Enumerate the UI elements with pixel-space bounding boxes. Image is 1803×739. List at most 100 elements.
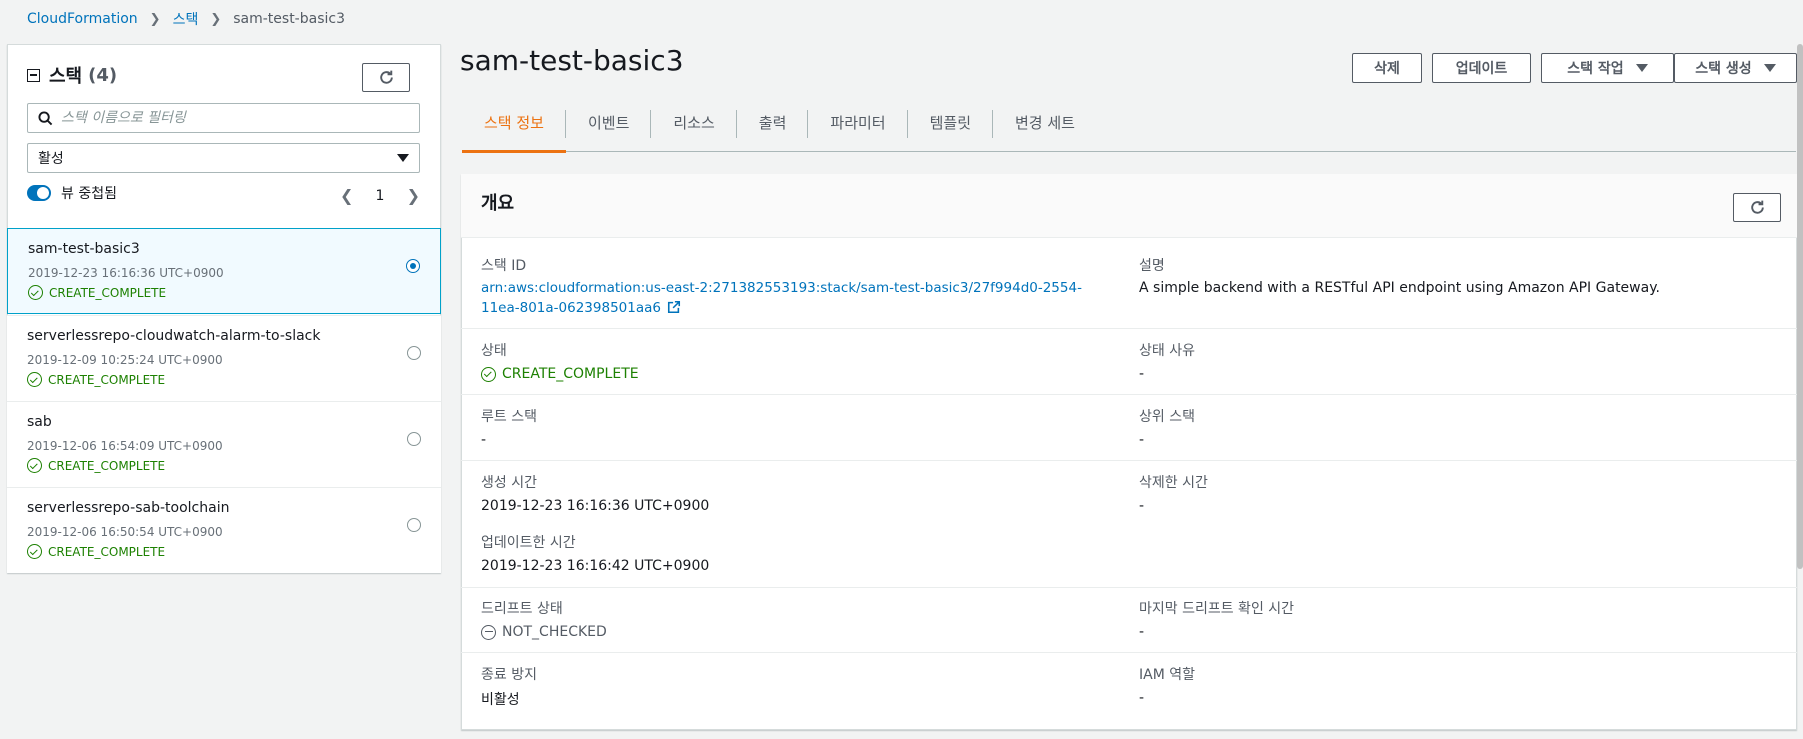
stack-created-date: 2019-12-06 16:54:09 UTC+0900	[27, 439, 223, 453]
check-circle-icon	[481, 366, 496, 382]
breadcrumb-current: sam-test-basic3	[233, 11, 345, 27]
create-stack-button[interactable]: 스택 생성	[1674, 53, 1797, 83]
stack-list-item[interactable]: sab 2019-12-06 16:54:09 UTC+0900 CREATE_…	[7, 401, 441, 487]
nested-view-toggle-row: 뷰 중첩됨	[27, 183, 117, 203]
parent-stack-value: -	[1139, 432, 1145, 448]
stack-name: sam-test-basic3	[28, 241, 140, 257]
minus-circle-icon	[481, 624, 496, 640]
tab-parameters[interactable]: 파라미터	[808, 104, 908, 152]
status-reason-label: 상태 사유	[1139, 343, 1195, 359]
termination-protection-label: 종료 방지	[481, 667, 537, 683]
stack-created-date: 2019-12-06 16:50:54 UTC+0900	[27, 525, 223, 539]
next-page-icon[interactable]: ❯	[407, 186, 420, 205]
tab-outputs[interactable]: 출력	[737, 104, 809, 152]
divider	[461, 587, 1797, 588]
stack-status-select-value: 활성	[38, 151, 64, 167]
nested-view-label: 뷰 중첩됨	[61, 186, 117, 202]
tab-events[interactable]: 이벤트	[566, 104, 652, 152]
stack-list-header: 스택 (4)	[27, 62, 117, 88]
breadcrumb-stacks[interactable]: 스택	[173, 9, 199, 29]
overview-header	[461, 174, 1797, 238]
stack-id-link[interactable]: arn:aws:cloudformation:us-east-2:2713825…	[481, 278, 1111, 318]
status-label: 상태	[481, 343, 507, 359]
created-time-value: 2019-12-23 16:16:36 UTC+0900	[481, 498, 710, 514]
root-stack-value: -	[481, 432, 487, 448]
stack-select-radio[interactable]	[407, 432, 421, 446]
status-reason-value: -	[1139, 366, 1145, 382]
pagination: ❮ 1 ❯	[340, 186, 420, 205]
previous-page-icon[interactable]: ❮	[340, 186, 353, 205]
drift-status-label: 드리프트 상태	[481, 601, 563, 617]
parent-stack-label: 상위 스택	[1139, 409, 1195, 425]
page-scrollbar[interactable]	[1797, 44, 1803, 569]
description-value: A simple backend with a RESTful API endp…	[1139, 280, 1660, 296]
stack-created-date: 2019-12-09 10:25:24 UTC+0900	[27, 353, 223, 367]
divider	[461, 328, 1797, 329]
stack-status-text: CREATE_COMPLETE	[48, 458, 166, 473]
divider	[461, 394, 1797, 395]
stack-id-value[interactable]: arn:aws:cloudformation:us-east-2:2713825…	[481, 280, 1082, 316]
current-page-number[interactable]: 1	[376, 188, 385, 204]
stack-status-select[interactable]: 활성	[27, 143, 420, 173]
created-time-label: 생성 시간	[481, 475, 537, 491]
overview-title: 개요	[481, 193, 515, 214]
stack-name: serverlessrepo-cloudwatch-alarm-to-slack	[27, 328, 321, 344]
overview-refresh-button[interactable]	[1733, 193, 1781, 222]
refresh-icon	[1750, 200, 1764, 214]
stack-status: CREATE_COMPLETE	[27, 544, 165, 559]
termination-protection-value: 비활성	[481, 692, 520, 708]
refresh-icon	[379, 70, 393, 84]
stack-detail-tabs: 스택 정보 이벤트 리소스 출력 파라미터 템플릿 변경 세트	[462, 104, 1796, 153]
page-title: sam-test-basic3	[460, 44, 684, 77]
stack-count: (4)	[88, 64, 118, 86]
drift-status-text: NOT_CHECKED	[502, 624, 607, 640]
caret-down-icon	[1635, 64, 1648, 72]
drift-status-value: NOT_CHECKED	[481, 624, 607, 640]
breadcrumb-cloudformation[interactable]: CloudFormation	[27, 11, 138, 27]
iam-role-value: -	[1139, 690, 1145, 706]
check-circle-icon	[27, 458, 42, 473]
stack-name: serverlessrepo-sab-toolchain	[27, 500, 230, 516]
root-stack-label: 루트 스택	[481, 409, 537, 425]
stack-actions-button[interactable]: 스택 작업	[1541, 53, 1674, 83]
delete-button[interactable]: 삭제	[1352, 53, 1422, 83]
stack-status-text: CREATE_COMPLETE	[48, 372, 166, 387]
stack-filter-input[interactable]	[61, 110, 401, 126]
stack-list-item[interactable]: sam-test-basic3 2019-12-23 16:16:36 UTC+…	[7, 228, 441, 314]
last-drift-check-label: 마지막 드리프트 확인 시간	[1139, 601, 1295, 617]
deleted-time-label: 삭제한 시간	[1139, 475, 1208, 491]
update-button[interactable]: 업데이트	[1432, 53, 1531, 83]
stack-status: CREATE_COMPLETE	[28, 285, 166, 300]
stack-select-radio[interactable]	[406, 259, 420, 273]
stack-actions-label: 스택 작업	[1567, 61, 1624, 77]
stack-select-radio[interactable]	[407, 518, 421, 532]
stack-list-refresh-button[interactable]	[362, 63, 410, 92]
stack-select-radio[interactable]	[407, 346, 421, 360]
tab-stack-info[interactable]: 스택 정보	[462, 104, 566, 153]
nested-view-toggle[interactable]	[27, 185, 51, 201]
status-value-text: CREATE_COMPLETE	[502, 366, 639, 382]
check-circle-icon	[27, 544, 42, 559]
stack-status-text: CREATE_COMPLETE	[48, 544, 166, 559]
stack-list-item[interactable]: serverlessrepo-sab-toolchain 2019-12-06 …	[7, 487, 441, 573]
breadcrumb: CloudFormation ❯ 스택 ❯ sam-test-basic3	[27, 8, 345, 30]
updated-time-value: 2019-12-23 16:16:42 UTC+0900	[481, 558, 710, 574]
stack-filter-input-wrapper	[27, 103, 420, 133]
stack-list-item[interactable]: serverlessrepo-cloudwatch-alarm-to-slack…	[7, 315, 441, 401]
overview-panel	[461, 174, 1797, 730]
iam-role-label: IAM 역할	[1139, 667, 1195, 683]
search-icon	[38, 110, 53, 125]
external-link-icon[interactable]	[667, 300, 681, 314]
caret-down-icon	[397, 154, 409, 162]
chevron-right-icon: ❯	[210, 11, 222, 27]
tab-change-sets[interactable]: 변경 세트	[993, 104, 1097, 152]
stack-status: CREATE_COMPLETE	[27, 458, 165, 473]
last-drift-check-value: -	[1139, 624, 1145, 640]
stack-status: CREATE_COMPLETE	[27, 372, 165, 387]
divider	[461, 652, 1797, 653]
collapse-icon[interactable]	[27, 68, 40, 82]
tab-resources[interactable]: 리소스	[651, 104, 738, 152]
chevron-right-icon: ❯	[149, 11, 161, 27]
updated-time-label: 업데이트한 시간	[481, 535, 576, 551]
tab-template[interactable]: 템플릿	[908, 104, 994, 152]
